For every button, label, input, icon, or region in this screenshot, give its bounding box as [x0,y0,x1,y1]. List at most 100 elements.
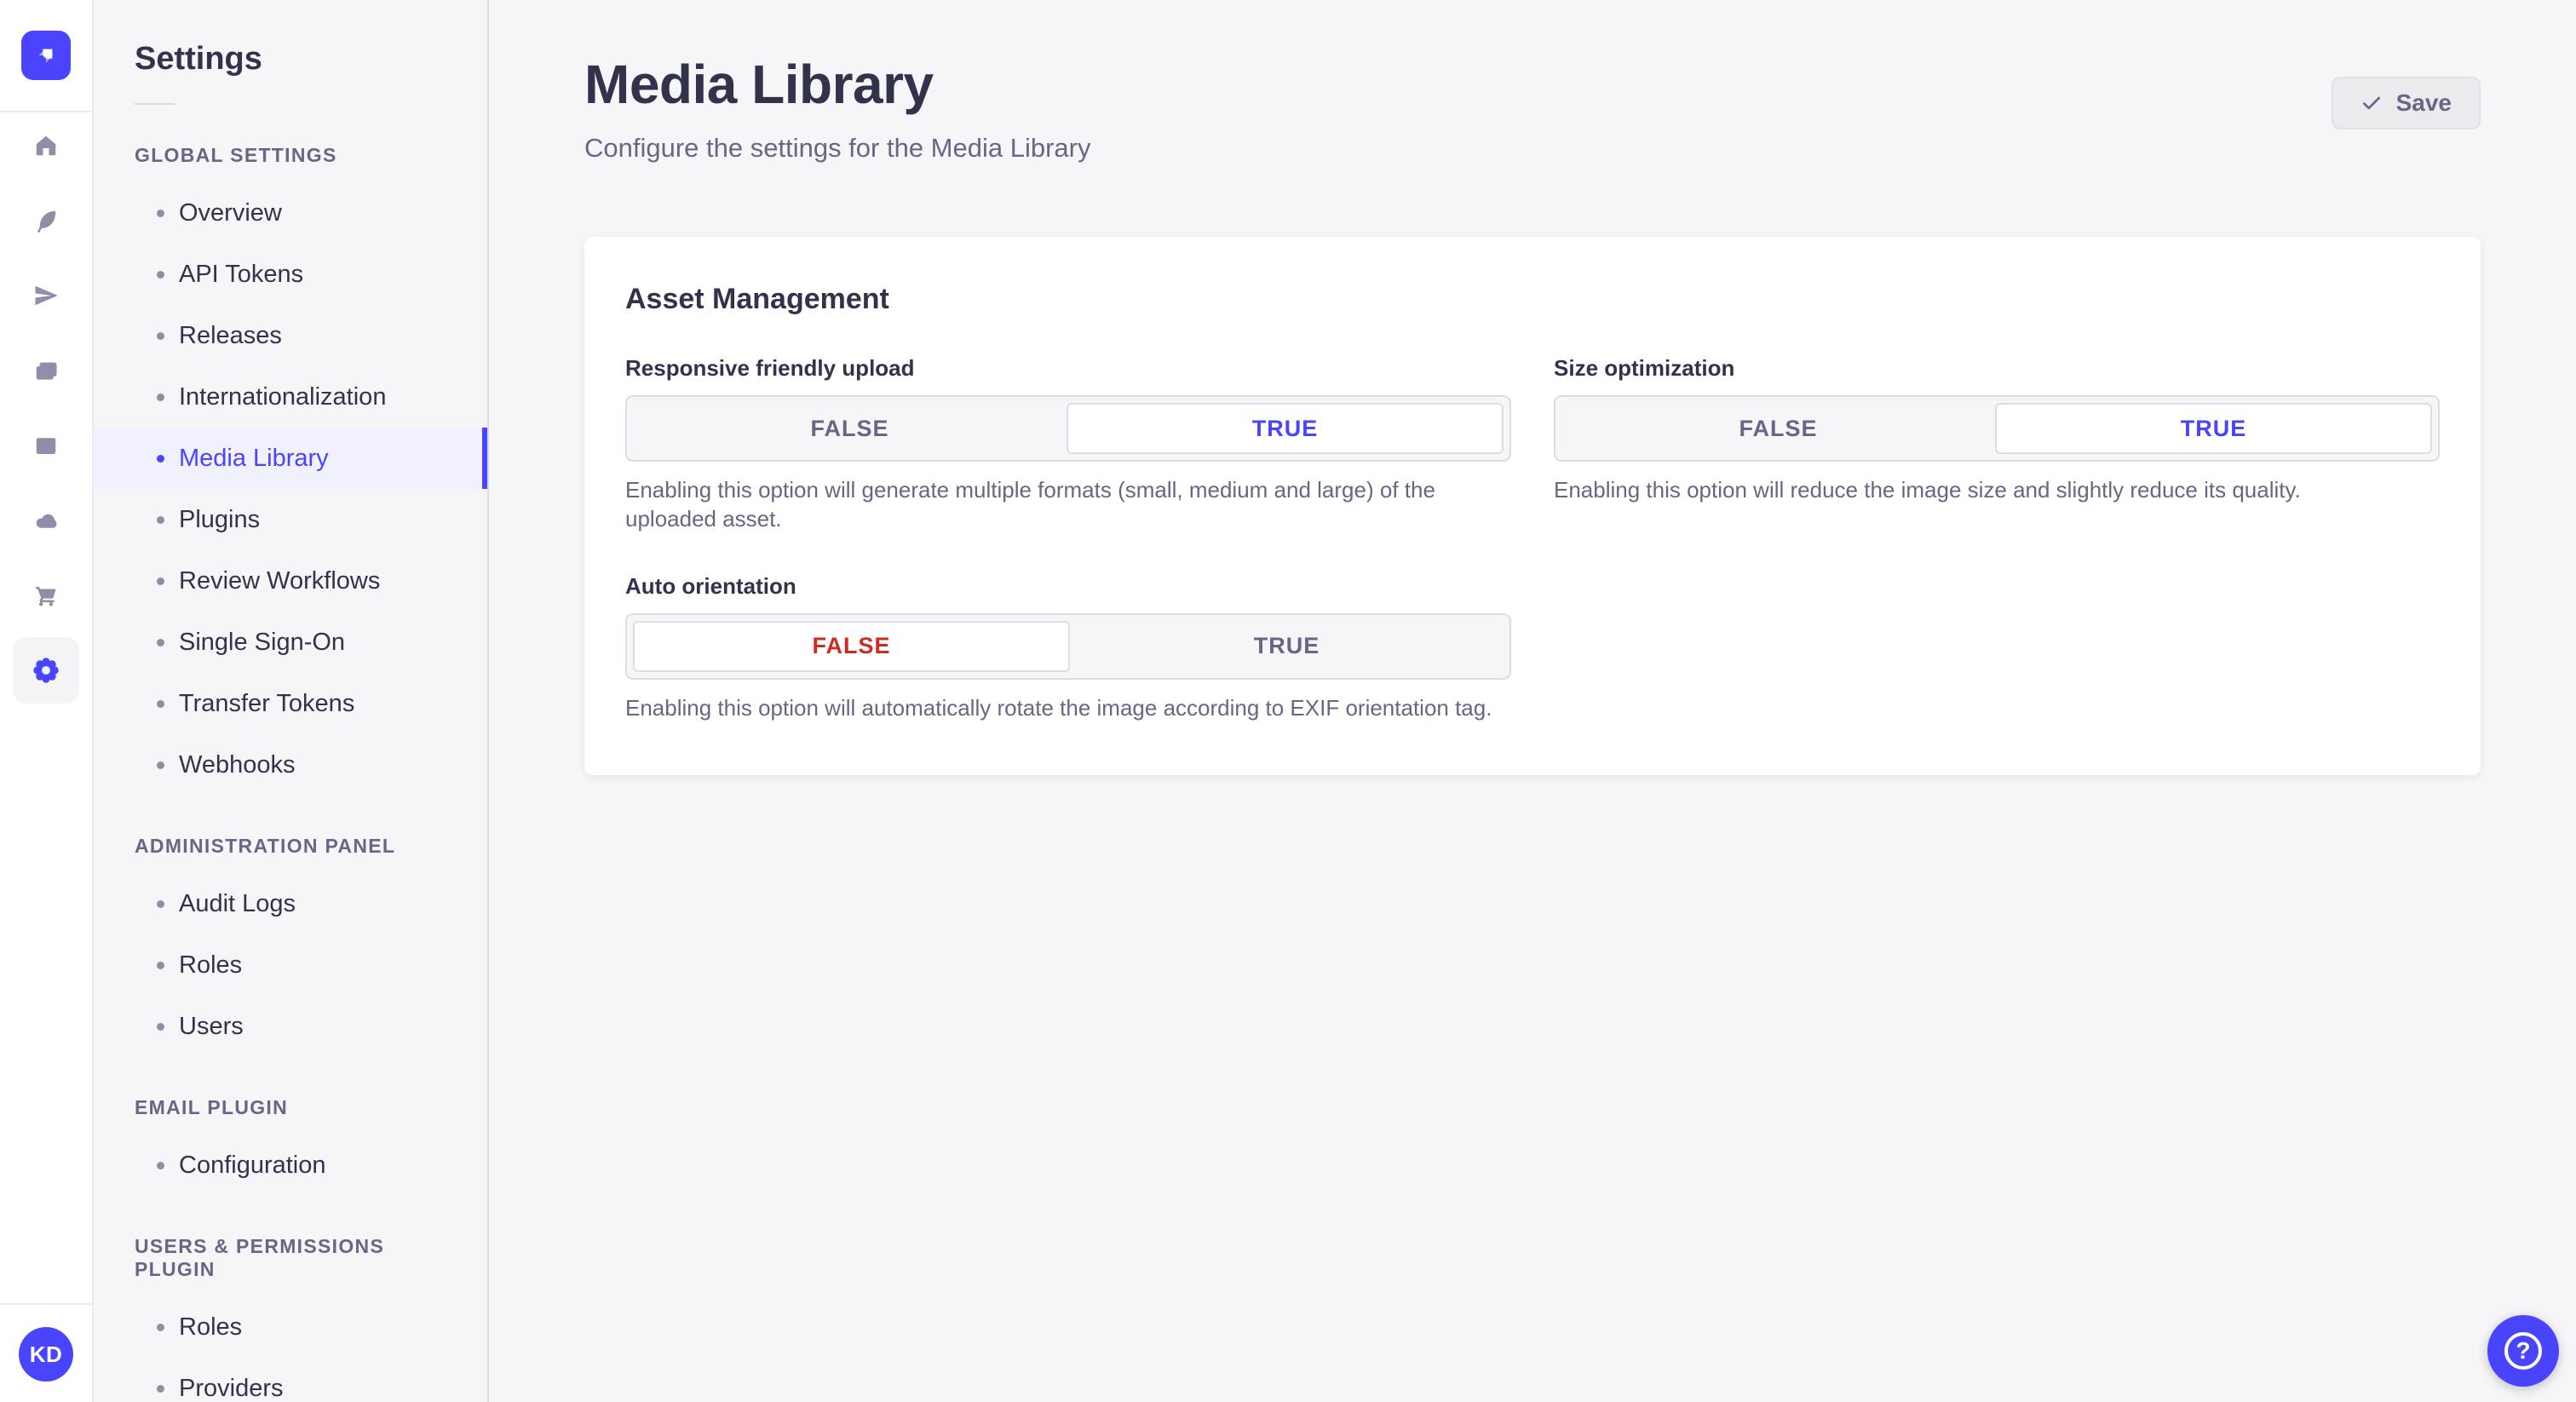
save-button-label: Save [2395,89,2452,116]
media-icon[interactable] [33,358,59,383]
page-subtitle: Configure the settings for the Media Lib… [584,133,1091,163]
sidebar-item-providers[interactable]: Providers [94,1358,487,1402]
bullet-icon [157,1323,164,1331]
sidebar-item-users[interactable]: Users [94,996,487,1057]
send-icon[interactable] [33,283,59,308]
subnav-sections: GLOBAL SETTINGS Overview API Tokens Rele… [94,144,487,1402]
sidebar-item-label: Plugins [179,505,261,533]
cart-icon[interactable] [33,583,59,608]
bullet-icon [157,1384,164,1393]
responsive-friendly-upload-toggle: FALSE TRUE [625,395,1511,462]
subnav-section-items: Configuration [94,1135,487,1196]
auto-orientation-toggle: FALSE TRUE [625,612,1511,680]
field-label: Responsive friendly upload [625,355,915,381]
sidebar-item-overview[interactable]: Overview [94,182,487,244]
asset-management-card: Asset Management Responsive friendly upl… [584,237,2481,775]
bullet-icon [157,761,164,769]
title-divider [135,103,175,105]
subnav-section-items: Roles Providers [94,1296,487,1402]
bullet-icon [157,331,164,340]
cloud-icon[interactable] [33,508,59,533]
bullet-icon [157,515,164,524]
field-hint: Enabling this option will automatically … [625,694,1492,721]
check-icon [2362,96,2380,110]
rail-nav-icons [13,133,79,704]
bullet-icon [157,899,164,908]
field-label: Auto orientation [625,572,796,599]
strapi-logo[interactable] [21,31,71,80]
bullet-icon [157,209,164,217]
sidebar-item-webhooks[interactable]: Webhooks [94,734,487,796]
sidebar-item-transfer-tokens[interactable]: Transfer Tokens [94,673,487,734]
sidebar-item-label: Internationalization [179,382,387,411]
toggle-option-false[interactable]: FALSE [633,403,1067,454]
bullet-icon [157,393,164,401]
bullet-icon [157,577,164,585]
home-icon[interactable] [33,133,59,158]
sidebar-item-label: Media Library [179,444,329,472]
subnav-section: USERS & PERMISSIONS PLUGIN Roles Provide… [94,1235,487,1402]
sidebar-item-configuration[interactable]: Configuration [94,1135,487,1196]
sidebar-item-media-library[interactable]: Media Library [94,428,487,489]
toggle-option-false[interactable]: FALSE [1561,403,1995,454]
sidebar-item-internationalization[interactable]: Internationalization [94,366,487,428]
subnav-section-label: EMAIL PLUGIN [135,1096,289,1118]
help-button[interactable]: ? [2487,1315,2559,1387]
page-title: Media Library [584,54,934,115]
sidebar-item-label: Releases [179,321,282,349]
user-avatar[interactable]: KD [19,1327,73,1382]
sidebar-item-plugins[interactable]: Plugins [94,489,487,550]
settings-subnav: Settings GLOBAL SETTINGS Overview API To… [94,0,489,1402]
field-responsive-friendly-upload: Responsive friendly upload FALSE TRUE En… [625,355,1511,534]
bullet-icon [157,638,164,646]
sidebar-item-label: Overview [179,198,282,227]
sidebar-item-label: Users [179,1012,244,1040]
sidebar-item-single-sign-on[interactable]: Single Sign-On [94,612,487,673]
sidebar-item-api-tokens[interactable]: API Tokens [94,244,487,305]
rail-item-settings-active[interactable] [13,637,79,704]
subnav-section: ADMINISTRATION PANEL Audit Logs Roles Us… [94,835,487,1057]
field-auto-orientation: Auto orientation FALSE TRUE Enabling thi… [625,573,1511,722]
sidebar-item-label: Configuration [179,1151,326,1179]
sidebar-item-label: Roles [179,1313,243,1341]
sidebar-item-review-workflows[interactable]: Review Workflows [94,550,487,612]
bullet-icon [157,270,164,279]
toggle-option-true[interactable]: TRUE [1070,621,1504,672]
toggle-option-false[interactable]: FALSE [633,620,1070,672]
gear-icon [33,658,59,683]
field-size-optimization: Size optimization FALSE TRUE Enabling th… [1554,355,2440,534]
subnav-section-label: ADMINISTRATION PANEL [135,835,396,857]
save-button[interactable]: Save [2331,77,2481,129]
sidebar-item-audit-logs[interactable]: Audit Logs [94,873,487,934]
sidebar-item-releases[interactable]: Releases [94,305,487,366]
main-nav-rail: KD [0,0,94,1402]
sidebar-item-label: Providers [179,1374,284,1402]
layout-icon[interactable] [33,433,59,458]
toggle-option-true[interactable]: TRUE [1067,403,1504,454]
rail-footer: KD [0,1303,92,1402]
subnav-section: EMAIL PLUGIN Configuration [94,1096,487,1196]
bullet-icon [157,961,164,969]
card-title: Asset Management [625,283,889,315]
toggle-option-true[interactable]: TRUE [1995,403,2432,454]
sidebar-item-label: Roles [179,951,243,979]
sidebar-item-roles[interactable]: Roles [94,934,487,996]
app-root: KD Settings GLOBAL SETTINGS Overview API… [0,0,2576,1402]
field-label: Size optimization [1554,355,1735,381]
subnav-section-items: Overview API Tokens Releases Internation… [94,182,487,796]
sidebar-item-label: Single Sign-On [179,628,346,656]
main-content: Media Library Configure the settings for… [489,0,2576,1402]
feather-icon[interactable] [33,208,59,233]
question-mark-icon: ? [2504,1332,2542,1370]
subnav-section-label: USERS & PERMISSIONS PLUGIN [135,1235,385,1280]
sidebar-item-label: Audit Logs [179,889,296,917]
sidebar-item-label: Review Workflows [179,566,381,595]
sidebar-item-roles[interactable]: Roles [94,1296,487,1358]
subnav-title: Settings [135,41,262,77]
strapi-logo-icon [38,49,53,63]
field-hint: Enabling this option will generate multi… [625,477,1435,532]
sidebar-item-label: Webhooks [179,750,296,779]
subnav-section-label: GLOBAL SETTINGS [135,144,337,166]
subnav-section-items: Audit Logs Roles Users [94,873,487,1057]
bullet-icon [157,1022,164,1031]
